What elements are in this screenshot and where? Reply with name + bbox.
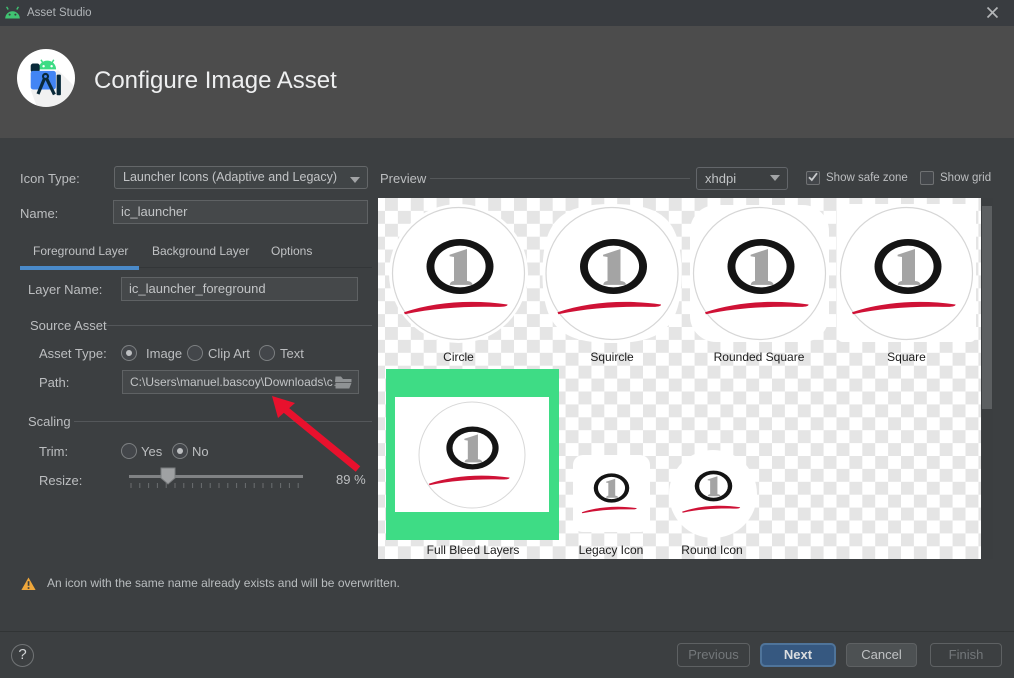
svg-text:Legacy Icon: Legacy Icon xyxy=(579,543,644,557)
svg-text:Full Bleed Layers: Full Bleed Layers xyxy=(427,543,520,557)
svg-text:Circle: Circle xyxy=(443,350,474,364)
svg-text:Rounded Square: Rounded Square xyxy=(714,350,805,364)
svg-text:Round Icon: Round Icon xyxy=(681,543,742,557)
svg-text:Squircle: Squircle xyxy=(590,350,634,364)
svg-text:Square: Square xyxy=(887,350,926,364)
